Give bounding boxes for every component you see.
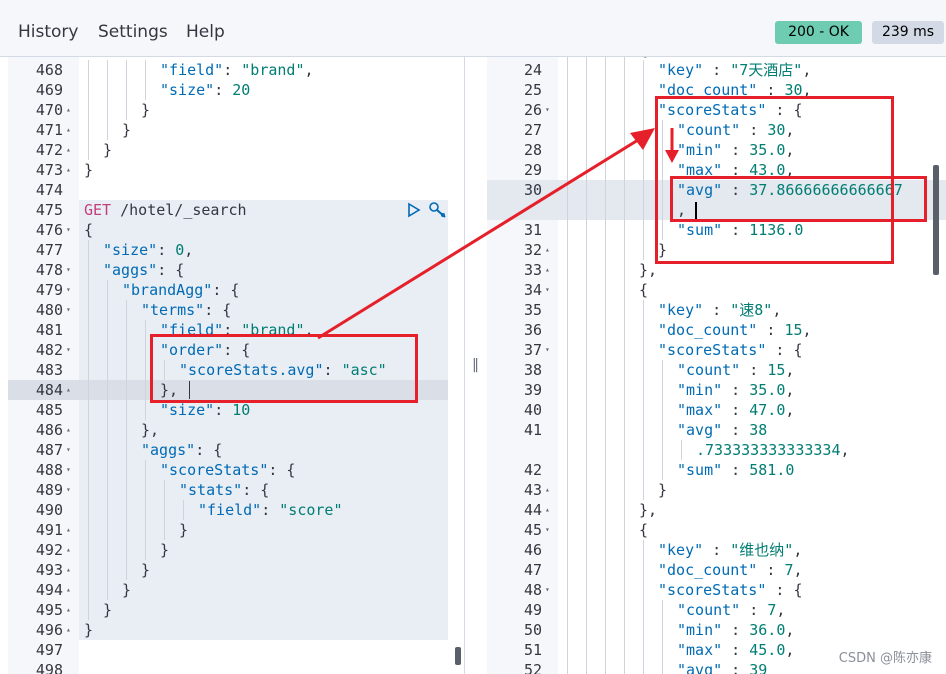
arrow-head-icon (630, 128, 655, 150)
annotation-arrows (317, 128, 679, 340)
small-arrow-head-icon (665, 150, 679, 163)
arrow-line (317, 138, 639, 340)
watermark: CSDN @陈亦康 (838, 651, 932, 666)
